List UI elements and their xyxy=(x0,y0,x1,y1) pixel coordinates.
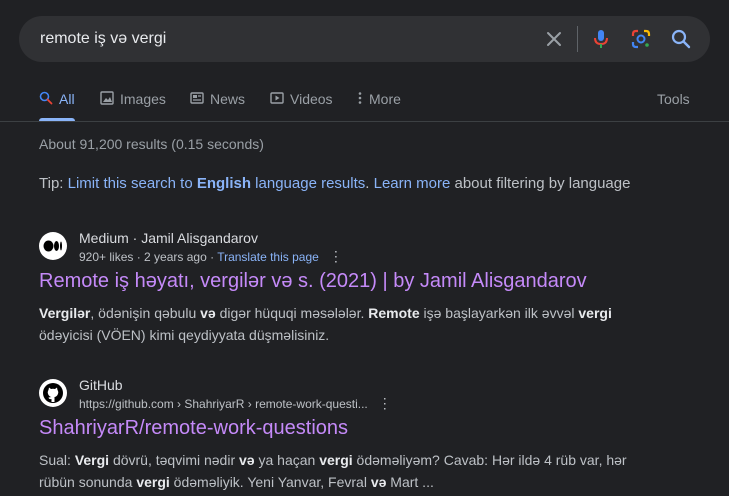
search-bar[interactable]: remote iş və vergi xyxy=(19,16,710,62)
tabs-divider xyxy=(0,121,729,122)
tab-more[interactable]: More xyxy=(357,88,401,110)
result-site-name[interactable]: GitHub xyxy=(79,377,123,393)
voice-search-icon[interactable] xyxy=(590,28,612,50)
result-title-link[interactable]: Remote iş həyatı, vergilər və s. (2021) … xyxy=(39,270,587,293)
tab-all[interactable]: All xyxy=(39,88,75,110)
snippet-highlight: Vergi xyxy=(74,452,110,468)
snippet-highlight: vergi xyxy=(319,452,353,468)
language-name: English xyxy=(196,175,252,192)
limit-suffix: language results xyxy=(251,175,366,192)
play-icon xyxy=(270,91,284,108)
snippet-text: işə başlayarkən ilk əvvəl xyxy=(419,305,579,321)
tab-images[interactable]: Images xyxy=(100,88,166,110)
lens-search-icon[interactable] xyxy=(630,28,652,50)
language-tip: Tip: Limit this search to English langua… xyxy=(39,175,630,192)
tab-all-label: All xyxy=(59,91,75,107)
snippet-text: , ödənişin qəbulu xyxy=(90,305,201,321)
translate-page-link[interactable]: Translate this page xyxy=(217,250,319,264)
snippet-text: Sual: xyxy=(39,452,75,468)
tab-news-label: News xyxy=(210,91,246,107)
snippet-highlight: vergi xyxy=(136,474,170,490)
result-stats: About 91,200 results (0.15 seconds) xyxy=(39,136,264,152)
snippet-text: dövrü, təqvimi nədir xyxy=(109,452,240,468)
result-meta: 920+ likes · 2 years ago · Translate thi… xyxy=(79,248,343,265)
snippet-text: Mart ... xyxy=(386,474,434,490)
snippet-highlight: və xyxy=(370,474,387,490)
limit-text: Limit this search to xyxy=(67,175,197,192)
tab-more-label: More xyxy=(369,91,401,107)
result-snippet: Sual: Vergi dövrü, təqvimi nədir və ya h… xyxy=(39,449,639,493)
result-site-name[interactable]: Medium · Jamil Alisgandarov xyxy=(79,230,258,246)
tab-videos-label: Videos xyxy=(290,91,333,107)
snippet-text: digər hüquqi məsələlər. xyxy=(215,305,369,321)
search-tabs: All Images News Videos More Tools xyxy=(0,88,729,110)
clear-icon[interactable] xyxy=(543,28,565,50)
tools-label: Tools xyxy=(657,91,690,107)
search-input[interactable]: remote iş və vergi xyxy=(40,30,166,48)
result-url[interactable]: https://github.com › ShahriyarR › remote… xyxy=(79,397,368,411)
snippet-text: ödəyicisi (VÖEN) kimi qeydiyyata düşməli… xyxy=(39,327,330,343)
tip-rest: about filtering by language xyxy=(450,175,631,192)
snippet-highlight: və xyxy=(239,452,255,468)
tab-news[interactable]: News xyxy=(190,88,245,110)
tools-button[interactable]: Tools xyxy=(657,88,690,110)
snippet-highlight: vergi xyxy=(578,305,612,321)
github-favicon-icon xyxy=(39,379,67,407)
search-divider xyxy=(577,26,578,52)
snippet-highlight: Vergilər xyxy=(39,305,91,321)
snippet-text: ödəməliyik. Yeni Yanvar, Fevral xyxy=(169,474,371,490)
result-likes: 920+ likes · 2 years ago · xyxy=(79,250,218,264)
result-title-link[interactable]: ShahriyarR/remote-work-questions xyxy=(39,417,348,440)
more-vert-icon xyxy=(357,91,363,108)
news-icon xyxy=(190,91,204,108)
medium-favicon-icon xyxy=(39,232,67,260)
tip-period: . xyxy=(365,175,374,192)
snippet-highlight: və xyxy=(200,305,216,321)
limit-language-link[interactable]: Limit this search to English language re… xyxy=(68,175,366,192)
search-icon[interactable] xyxy=(670,28,692,50)
tip-prefix: Tip: xyxy=(39,175,68,192)
more-options-icon[interactable]: ⋮ xyxy=(329,248,343,265)
more-options-icon[interactable]: ⋮ xyxy=(378,395,392,412)
result-snippet: Vergilər, ödənişin qəbulu və digər hüquq… xyxy=(39,302,639,346)
tab-videos[interactable]: Videos xyxy=(270,88,333,110)
snippet-text: ya haçan xyxy=(254,452,320,468)
search-icon xyxy=(39,91,53,108)
tab-images-label: Images xyxy=(120,91,166,107)
learn-more-link[interactable]: Learn more xyxy=(374,175,451,192)
snippet-highlight: Remote xyxy=(368,305,420,321)
result-meta: https://github.com › ShahriyarR › remote… xyxy=(79,395,392,412)
image-icon xyxy=(100,90,114,108)
